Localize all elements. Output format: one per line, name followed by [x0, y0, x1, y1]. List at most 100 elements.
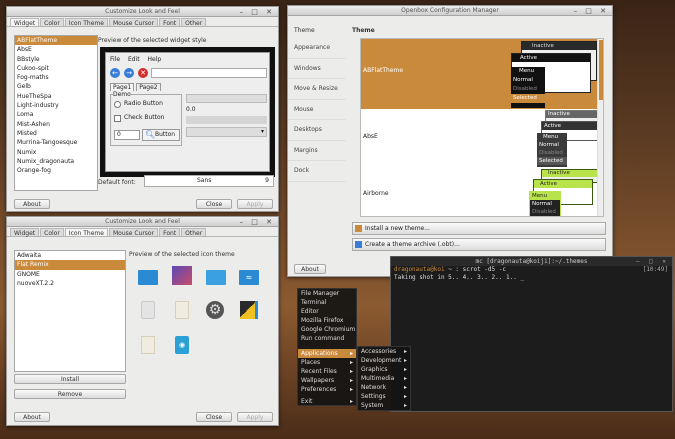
list-item[interactable]: Loma	[15, 110, 97, 119]
submenu-item-system[interactable]: System ▸	[358, 401, 410, 410]
menu-item-run-command[interactable]: Run command	[298, 334, 356, 343]
menu-item-editor[interactable]: Editor	[298, 307, 356, 316]
apply-button[interactable]: Apply	[237, 412, 273, 422]
about-button[interactable]: About	[14, 199, 50, 209]
menu-item-terminal[interactable]: Terminal	[298, 298, 356, 307]
tab-icon-theme[interactable]: Icon Theme	[64, 228, 108, 237]
terminal-titlebar[interactable]: mc [dragonauta@koiji]:~/.themes – □ ✕	[391, 257, 672, 266]
menu-item-places[interactable]: Places ▸	[298, 358, 356, 367]
scrollbar-thumb[interactable]	[599, 40, 603, 100]
install-button[interactable]: Install	[14, 374, 126, 384]
theme-row[interactable]: ABFlatTheme Inactive Active Menu Normal …	[361, 39, 603, 109]
tab-widget[interactable]: Widget	[10, 228, 40, 237]
close-button[interactable]: Close	[196, 412, 232, 422]
window-title: Openbox Configuration Manager	[401, 7, 499, 14]
window-controls[interactable]: – □ ✕	[636, 257, 669, 266]
menu-item-exit[interactable]: Exit ▸	[298, 397, 356, 406]
tab-font[interactable]: Font	[159, 18, 181, 27]
tab-other[interactable]: Other	[181, 18, 207, 27]
theme-name: Airborne	[363, 190, 389, 197]
list-item[interactable]: BBstyle	[15, 55, 97, 64]
list-item[interactable]: Numix_dragonauta	[15, 157, 97, 166]
list-item[interactable]: Gelb	[15, 82, 97, 91]
tab-mouse-cursor[interactable]: Mouse Cursor	[108, 18, 159, 27]
submenu-arrow-icon: ▸	[403, 393, 407, 400]
list-item[interactable]: Mist-Ashen	[15, 120, 97, 129]
widget-theme-list[interactable]: ABFlatTheme AbsE BBstyle Cukoo-spit Fog-…	[14, 35, 98, 191]
list-item[interactable]: Light-industry	[15, 101, 97, 110]
remove-button[interactable]: Remove	[14, 389, 126, 399]
window-controls[interactable]: – □ ✕	[240, 7, 275, 17]
window-titlebar[interactable]: Customize Look and Feel – □ ✕	[7, 217, 278, 227]
preview-button-label: Button	[155, 131, 176, 138]
window-titlebar[interactable]: Customize Look and Feel – □ ✕	[7, 7, 278, 17]
sidebar-item-move-resize[interactable]: Move & Resize	[288, 79, 346, 100]
list-item[interactable]: Adwaita	[15, 251, 125, 260]
submenu-item-multimedia[interactable]: Multimedia ▸	[358, 374, 410, 383]
preview-radio-label: Radio Button	[124, 100, 163, 107]
list-item[interactable]: Orange-fog	[15, 166, 97, 175]
icon-theme-list[interactable]: Adwaita Flat Remix GNOME nuoveXT.2.2	[14, 250, 126, 372]
sidebar-item-appearance[interactable]: Appearance	[288, 38, 346, 59]
list-item[interactable]: Misted	[15, 129, 97, 138]
preview-menu: Menu Normal Disabled Selected	[537, 133, 567, 167]
list-item[interactable]: Fog-maths	[15, 73, 97, 82]
submenu-item-graphics[interactable]: Graphics ▸	[358, 365, 410, 374]
submenu-item-development[interactable]: Development ▸	[358, 356, 410, 365]
preview-menu-edit: Edit	[127, 56, 140, 63]
theme-row[interactable]: AbsE Inactive Active Menu Normal Disable…	[361, 109, 603, 167]
menu-item-applications[interactable]: Applications ▸	[298, 349, 356, 358]
tab-font[interactable]: Font	[159, 228, 181, 237]
about-button[interactable]: About	[14, 412, 50, 422]
preview-menu-file: File	[110, 56, 121, 63]
list-item[interactable]: AbsE	[15, 45, 97, 54]
tab-mouse-cursor[interactable]: Mouse Cursor	[108, 228, 159, 237]
tab-color[interactable]: Color	[40, 18, 64, 27]
list-item[interactable]: HueTheSpa	[15, 92, 97, 101]
tab-color[interactable]: Color	[40, 228, 64, 237]
submenu-item-label: Multimedia	[361, 375, 395, 382]
window-controls[interactable]: – □ ✕	[574, 6, 609, 16]
list-item[interactable]: ABFlatTheme	[15, 36, 97, 46]
sidebar-item-desktops[interactable]: Desktops	[288, 120, 346, 141]
theme-row[interactable]: Airborne Inactive Active Menu Normal Dis…	[361, 167, 603, 216]
about-button[interactable]: About	[294, 264, 326, 274]
menu-item-preferences[interactable]: Preferences ▸	[298, 385, 356, 394]
menu-item-firefox[interactable]: Mozilla Firefox	[298, 316, 356, 325]
menu-item-file-manager[interactable]: File Manager	[298, 289, 356, 298]
close-button[interactable]: Close	[196, 199, 232, 209]
preview-tab-bar: Page1 Page2	[110, 83, 161, 91]
list-item[interactable]: Numix	[15, 148, 97, 157]
menu-item-recent-files[interactable]: Recent Files ▸	[298, 367, 356, 376]
install-theme-button[interactable]: Install a new theme...	[352, 222, 606, 235]
submenu-item-network[interactable]: Network ▸	[358, 383, 410, 392]
list-item[interactable]: nuoveXT.2.2	[15, 279, 125, 288]
sidebar-item-margins[interactable]: Margins	[288, 141, 346, 161]
submenu-item-accessories[interactable]: Accessories ▸	[358, 347, 410, 356]
tab-other[interactable]: Other	[181, 228, 207, 237]
window-controls[interactable]: – □ ✕	[240, 217, 275, 227]
theme-list[interactable]: ABFlatTheme Inactive Active Menu Normal …	[360, 38, 604, 217]
terminal-title: mc [dragonauta@koiji]:~/.themes	[475, 258, 588, 265]
list-item[interactable]: Murrina-Tangoesque	[15, 138, 97, 147]
default-font-button[interactable]: Sans 9	[144, 175, 274, 187]
menu-item-wallpapers[interactable]: Wallpapers ▸	[298, 376, 356, 385]
list-item[interactable]: Flat Remix	[15, 260, 125, 270]
tab-bar: Widget Color Icon Theme Mouse Cursor Fon…	[7, 227, 278, 237]
sidebar-item-windows[interactable]: Windows	[288, 59, 346, 79]
sidebar-item-mouse[interactable]: Mouse	[288, 100, 346, 120]
tab-widget[interactable]: Widget	[10, 18, 40, 27]
menu-item-label: Applications	[301, 350, 338, 357]
submenu-item-settings[interactable]: Settings ▸	[358, 392, 410, 401]
create-archive-button[interactable]: Create a theme archive (.obt)...	[352, 238, 606, 251]
menu-item-label: Preferences	[301, 386, 337, 393]
tab-icon-theme[interactable]: Icon Theme	[64, 18, 108, 27]
apply-button[interactable]: Apply	[237, 199, 273, 209]
list-item[interactable]: Cukoo-spit	[15, 64, 97, 73]
window-titlebar[interactable]: Openbox Configuration Manager – □ ✕	[288, 6, 612, 16]
menu-item-chromium[interactable]: Google Chromium	[298, 325, 356, 334]
sidebar-item-dock[interactable]: Dock	[288, 161, 346, 182]
theme-list-scrollbar[interactable]	[597, 39, 603, 216]
preview-inactive-title: Inactive	[542, 170, 598, 177]
list-item[interactable]: GNOME	[15, 270, 125, 279]
